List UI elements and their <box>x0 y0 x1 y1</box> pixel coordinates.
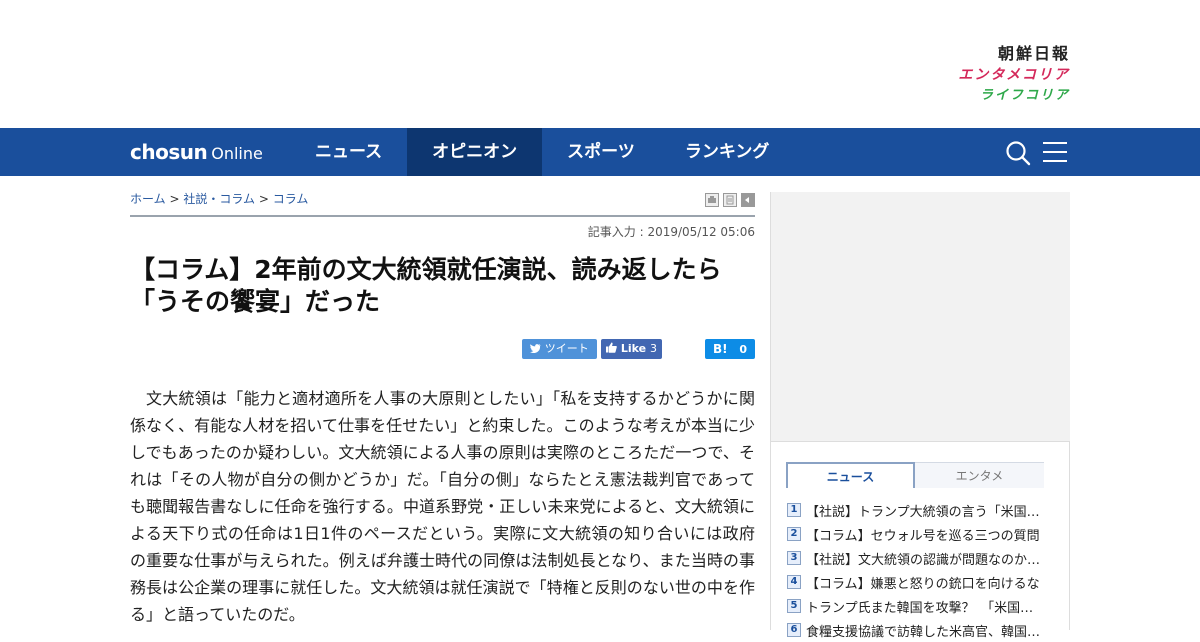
search-icon[interactable] <box>1005 140 1031 166</box>
ad-placeholder <box>771 192 1070 442</box>
ranking-number: 5 <box>787 599 801 613</box>
chosun-ilbo-link[interactable]: 朝鮮日報 <box>958 44 1070 64</box>
ranking-title: トランプ氏また韓国を攻撃？ 「米国… <box>806 600 1034 616</box>
print-icon[interactable] <box>705 193 719 207</box>
article-date: 記事入力 : 2019/05/12 05:06 <box>587 225 755 239</box>
article-body: 文大統領は「能力と適材適所を人事の大原則としたい」「私を支持するかどうかに関係な… <box>130 389 755 624</box>
tab-entame[interactable]: エンタメ <box>915 462 1044 488</box>
ranking-number: 1 <box>787 503 801 517</box>
ranking-title: 【コラム】嫌悪と怒りの銃口を向けるな <box>806 576 1040 592</box>
ranking-number: 2 <box>787 527 801 541</box>
hamburger-menu-icon[interactable] <box>1043 141 1067 163</box>
breadcrumb: ホーム > 社説・コラム > コラム <box>130 190 308 207</box>
ranking-item[interactable]: 3 【社説】文大統領の認識が問題なのか… <box>787 546 1047 570</box>
like-label: Like <box>620 342 647 355</box>
article-headline: 【コラム】2年前の文大統領就任演説、読み返したら 「うその饗宴」だった <box>130 254 755 318</box>
ranking-item[interactable]: 5 トランプ氏また韓国を攻撃？ 「米国… <box>787 594 1047 618</box>
ranking-item[interactable]: 1 【社説】トランプ大統領の言う「米国… <box>787 498 1047 522</box>
right-sidebar: ニュース エンタメ 1 【社説】トランプ大統領の言う「米国… 2 【コラム】セウ… <box>770 192 1070 640</box>
ranking-list: 1 【社説】トランプ大統領の言う「米国… 2 【コラム】セウォル号を巡る三つの質… <box>787 498 1047 642</box>
chosun-online-logo[interactable]: chosun Online <box>130 140 263 166</box>
breadcrumb-row: ホーム > 社説・コラム > コラム <box>130 176 755 217</box>
document-icon[interactable] <box>723 193 737 207</box>
tweet-label: ツイート <box>544 342 589 355</box>
thumbs-up-icon <box>606 342 617 353</box>
ranking-title: 食糧支援協議で訪韓した米高官、韓国… <box>806 624 1041 640</box>
like-count: 3 <box>649 342 657 355</box>
ranking-number: 4 <box>787 575 801 589</box>
nav-items: ニュース オピニオン スポーツ ランキング <box>290 128 794 176</box>
ranking-title: 【社説】トランプ大統領の言う「米国… <box>806 504 1040 520</box>
life-korea-link[interactable]: ライフコリア <box>958 86 1070 106</box>
tweet-button[interactable]: ツイート <box>522 339 597 359</box>
nav-item-ranking[interactable]: ランキング <box>660 128 795 176</box>
tab-news[interactable]: ニュース <box>786 462 915 488</box>
nav-item-news[interactable]: ニュース <box>290 128 407 176</box>
share-buttons: ツイート Like 3 B! 0 <box>130 339 755 361</box>
ranking-item[interactable]: 4 【コラム】嫌悪と怒りの銃口を向けるな <box>787 570 1047 594</box>
back-arrow-icon[interactable] <box>741 193 755 207</box>
main-nav: chosun Online ニュース オピニオン スポーツ ランキング <box>0 128 1200 176</box>
ranking-number: 6 <box>787 623 801 637</box>
nav-item-sports[interactable]: スポーツ <box>542 128 660 176</box>
facebook-like-button[interactable]: Like 3 <box>601 339 662 359</box>
hatena-logo: B! <box>712 342 728 356</box>
logo-bold-text: chosun <box>130 140 208 164</box>
entame-korea-link[interactable]: エンタメコリア <box>958 64 1070 86</box>
ranking-item[interactable]: 6 食糧支援協議で訪韓した米高官、韓国… <box>787 618 1047 642</box>
ranking-title: 【コラム】セウォル号を巡る三つの質問 <box>806 528 1040 544</box>
ranking-title: 【社説】文大統領の認識が問題なのか… <box>806 552 1041 568</box>
headline-line-2: 「うその饗宴」だった <box>130 287 381 316</box>
breadcrumb-separator: > <box>169 192 180 206</box>
twitter-bird-icon <box>530 344 542 354</box>
breadcrumb-current[interactable]: コラム <box>273 192 309 206</box>
headline-line-1: 【コラム】2年前の文大統領就任演説、読み返したら <box>130 255 722 284</box>
breadcrumb-home[interactable]: ホーム <box>130 192 166 206</box>
ranking-tabs: ニュース エンタメ <box>786 462 1044 488</box>
breadcrumb-separator: > <box>258 192 269 206</box>
article-column: ホーム > 社説・コラム > コラム 記事入力 : 2019/05/12 05:… <box>130 176 755 628</box>
ranking-number: 3 <box>787 551 801 565</box>
top-header: 朝鮮日報 エンタメコリア ライフコリア <box>0 0 1200 128</box>
nav-item-opinion[interactable]: オピニオン <box>407 128 543 176</box>
article-tools <box>705 193 755 207</box>
logo-light-text: Online <box>211 144 263 163</box>
hatena-bookmark-button[interactable]: B! 0 <box>705 339 755 359</box>
brand-stack: 朝鮮日報 エンタメコリア ライフコリア <box>958 44 1070 106</box>
ranking-item[interactable]: 2 【コラム】セウォル号を巡る三つの質問 <box>787 522 1047 546</box>
breadcrumb-section[interactable]: 社説・コラム <box>183 192 255 206</box>
hatena-count: 0 <box>739 343 748 356</box>
